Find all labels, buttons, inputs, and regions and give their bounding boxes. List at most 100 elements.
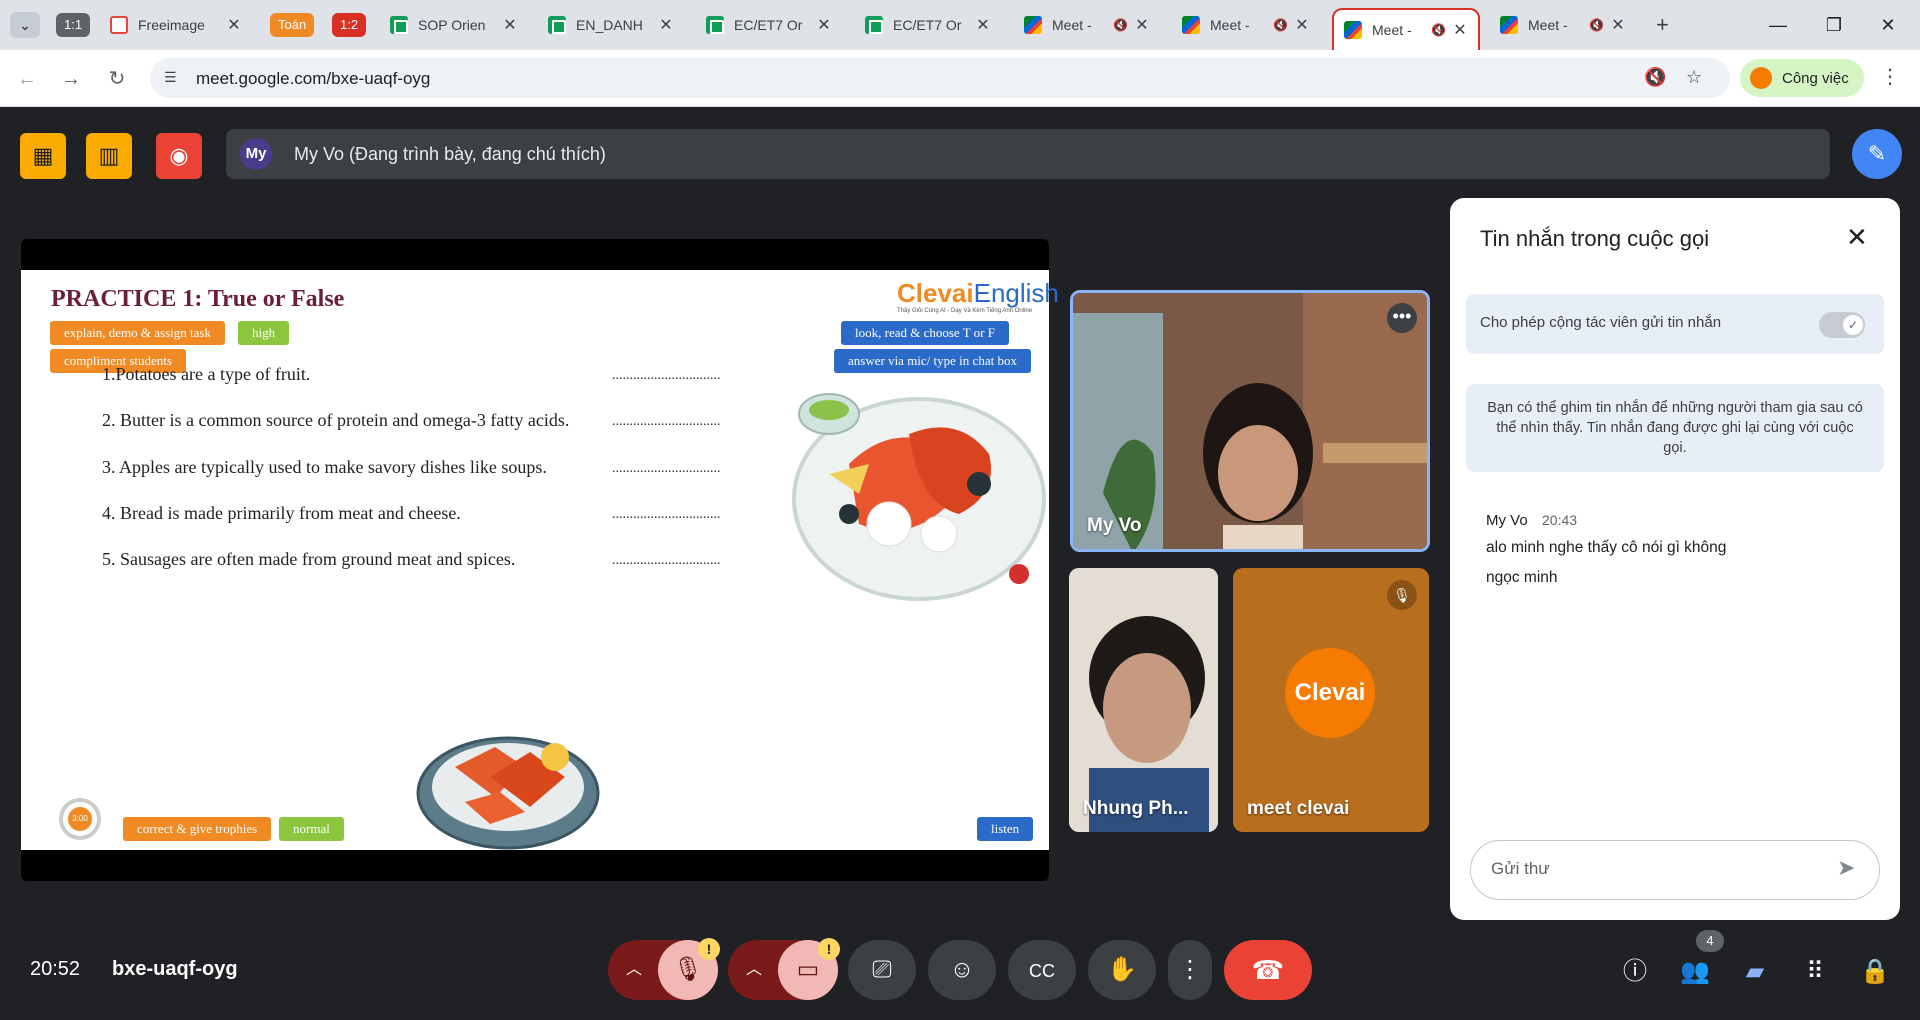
close-icon[interactable]: ✕ xyxy=(975,15,991,35)
close-icon[interactable]: ✕ xyxy=(1846,222,1868,253)
answer-blank-4: ............................... xyxy=(612,507,721,522)
chat-icon[interactable]: ▰ xyxy=(1738,955,1772,989)
recording-icon[interactable]: ◉ xyxy=(156,133,202,179)
reload-icon[interactable]: ↻ xyxy=(102,64,132,94)
new-tab-button[interactable]: + xyxy=(1646,8,1680,42)
allow-messages-setting: Cho phép cộng tác viên gửi tin nhắn ✓ xyxy=(1466,294,1884,354)
participant-video xyxy=(1069,568,1218,832)
tag-normal: normal xyxy=(279,817,344,841)
url-text[interactable]: meet.google.com/bxe-uaqf-oyg xyxy=(196,69,430,89)
people-count-badge: 4 xyxy=(1696,930,1724,952)
raise-hand-button[interactable]: ✋ xyxy=(1088,940,1156,1000)
tab-group-chip-1-1[interactable]: 1:1 xyxy=(56,13,91,37)
more-vert-icon: ⋮ xyxy=(1178,956,1202,983)
profile-chip[interactable]: Công việc xyxy=(1740,59,1864,97)
chat-panel-title: Tin nhắn trong cuộc gọi xyxy=(1480,226,1710,251)
tag-look-read: look, read & choose T or F xyxy=(841,321,1009,345)
forward-icon[interactable]: → xyxy=(56,64,86,94)
reactions-button[interactable]: ☺ xyxy=(928,940,996,1000)
more-options-button[interactable]: ⋮ xyxy=(1168,940,1212,1000)
allow-messages-toggle[interactable]: ✓ xyxy=(1819,312,1865,338)
more-options-icon[interactable]: ••• xyxy=(1387,303,1417,333)
participant-tile-meet-clevai[interactable]: 🎙 Clevai meet clevai xyxy=(1233,568,1429,832)
restore-icon[interactable]: ❐ xyxy=(1814,10,1854,40)
tag-high: high xyxy=(238,321,290,345)
participant-tile-my-vo[interactable]: ••• My Vo xyxy=(1070,290,1430,552)
close-icon[interactable]: ✕ xyxy=(1610,15,1626,35)
bookmark-star-icon[interactable]: ☆ xyxy=(1686,67,1702,88)
tab-freeimage[interactable]: Freeimage ✕ xyxy=(100,8,252,42)
participant-tile-nhung[interactable]: Nhung Ph... xyxy=(1069,568,1218,832)
tab-meet-2[interactable]: Meet - 🔇 ✕ xyxy=(1172,8,1320,42)
mic-warning-badge: ! xyxy=(698,938,720,960)
close-icon[interactable]: ✕ xyxy=(1452,20,1468,40)
chevron-up-icon: ︿ xyxy=(626,961,643,978)
question-5: 5. Sausages are often made from ground m… xyxy=(102,549,516,569)
close-icon[interactable]: ✕ xyxy=(226,15,242,35)
tab-muted-indicator-icon[interactable]: 🔇 xyxy=(1644,67,1666,88)
window-close-icon[interactable]: ✕ xyxy=(1868,10,1908,40)
annotate-pen-icon[interactable]: ✎ xyxy=(1852,129,1902,179)
back-icon[interactable]: ← xyxy=(12,64,42,94)
meet-icon xyxy=(1344,21,1362,39)
present-button[interactable]: ⎚ xyxy=(848,940,916,1000)
browser-menu-icon[interactable]: ⋮ xyxy=(1880,64,1900,89)
tab-en-danh[interactable]: EN_DANH ✕ xyxy=(538,8,684,42)
layout-icon[interactable]: ▥ xyxy=(86,133,132,179)
tab-title: Meet - xyxy=(1528,17,1568,33)
chevron-up-icon: ︿ xyxy=(746,961,763,978)
question-1: 1.Potatoes are a type of fruit. xyxy=(102,364,311,384)
question-2: 2. Butter is a common source of protein … xyxy=(102,410,570,430)
tab-ec-et7-2[interactable]: EC/ET7 Or ✕ xyxy=(855,8,1001,42)
close-icon[interactable]: ✕ xyxy=(1134,15,1150,35)
tab-title: EN_DANH xyxy=(576,17,643,33)
answer-blank-2: ............................... xyxy=(612,414,721,429)
meet-icon xyxy=(1182,16,1200,34)
camera-warning-badge: ! xyxy=(818,938,840,960)
pin-info-text: Bạn có thể ghim tin nhắn để những người … xyxy=(1466,384,1884,472)
minimize-icon[interactable]: — xyxy=(1758,10,1798,40)
tab-group-chip-toan[interactable]: Toán xyxy=(270,13,315,37)
slides-toggle-icon[interactable]: ▦ xyxy=(20,133,66,179)
participant-video xyxy=(1073,293,1427,549)
message-author: My Vo xyxy=(1486,512,1528,529)
message-time: 20:43 xyxy=(1542,512,1578,528)
send-icon[interactable]: ➤ xyxy=(1837,855,1855,881)
close-icon[interactable]: ✕ xyxy=(502,15,518,35)
site-settings-icon[interactable]: ☰ xyxy=(164,69,177,86)
hand-icon: ✋ xyxy=(1107,956,1137,983)
end-call-button[interactable]: ☎ xyxy=(1224,940,1312,1000)
tab-group-chip-1-2[interactable]: 1:2 xyxy=(332,13,367,37)
presenter-banner: My My Vo (Đang trình bày, đang chú thích… xyxy=(226,129,1830,179)
tab-muted-icon[interactable]: 🔇 xyxy=(1273,18,1288,32)
tab-meet-active[interactable]: Meet - 🔇 ✕ xyxy=(1332,8,1480,50)
captions-button[interactable]: CC xyxy=(1008,940,1076,1000)
meeting-info-icon[interactable]: ⓘ xyxy=(1618,955,1652,989)
tag-explain: explain, demo & assign task xyxy=(50,321,225,345)
answer-blank-1: ............................... xyxy=(612,368,721,383)
meeting-code: bxe-uaqf-oyg xyxy=(112,958,238,980)
presenter-avatar: My xyxy=(240,138,272,170)
close-icon[interactable]: ✕ xyxy=(1294,15,1310,35)
close-icon[interactable]: ✕ xyxy=(816,15,832,35)
tab-muted-icon[interactable]: 🔇 xyxy=(1431,23,1446,37)
chat-input-box[interactable]: ➤ xyxy=(1470,840,1880,900)
address-bar: ← → ↻ ☰ meet.google.com/bxe-uaqf-oyg 🔇 ☆… xyxy=(0,50,1920,107)
tab-sop-orien[interactable]: SOP Orien ✕ xyxy=(380,8,528,42)
tab-muted-icon[interactable]: 🔇 xyxy=(1113,18,1128,32)
sheets-icon xyxy=(548,16,566,34)
tab-meet-4[interactable]: Meet - 🔇 ✕ xyxy=(1490,8,1636,42)
tab-ec-et7-1[interactable]: EC/ET7 Or ✕ xyxy=(696,8,842,42)
timer-icon: 3:00 xyxy=(59,798,101,840)
close-icon[interactable]: ✕ xyxy=(658,15,674,35)
chat-input[interactable] xyxy=(1491,859,1811,879)
people-icon[interactable]: 👥 xyxy=(1678,955,1712,989)
tab-search-button[interactable]: ⌄ xyxy=(10,12,40,38)
tab-meet-1[interactable]: Meet - 🔇 ✕ xyxy=(1014,8,1160,42)
activities-icon[interactable]: ⠿ xyxy=(1798,955,1832,989)
host-controls-icon[interactable]: 🔒 xyxy=(1858,955,1892,989)
tab-title: EC/ET7 Or xyxy=(893,17,962,33)
tab-muted-icon[interactable]: 🔇 xyxy=(1589,18,1604,32)
emoji-icon: ☺ xyxy=(949,956,975,983)
omnibox[interactable]: ☰ meet.google.com/bxe-uaqf-oyg 🔇 ☆ xyxy=(150,58,1730,98)
